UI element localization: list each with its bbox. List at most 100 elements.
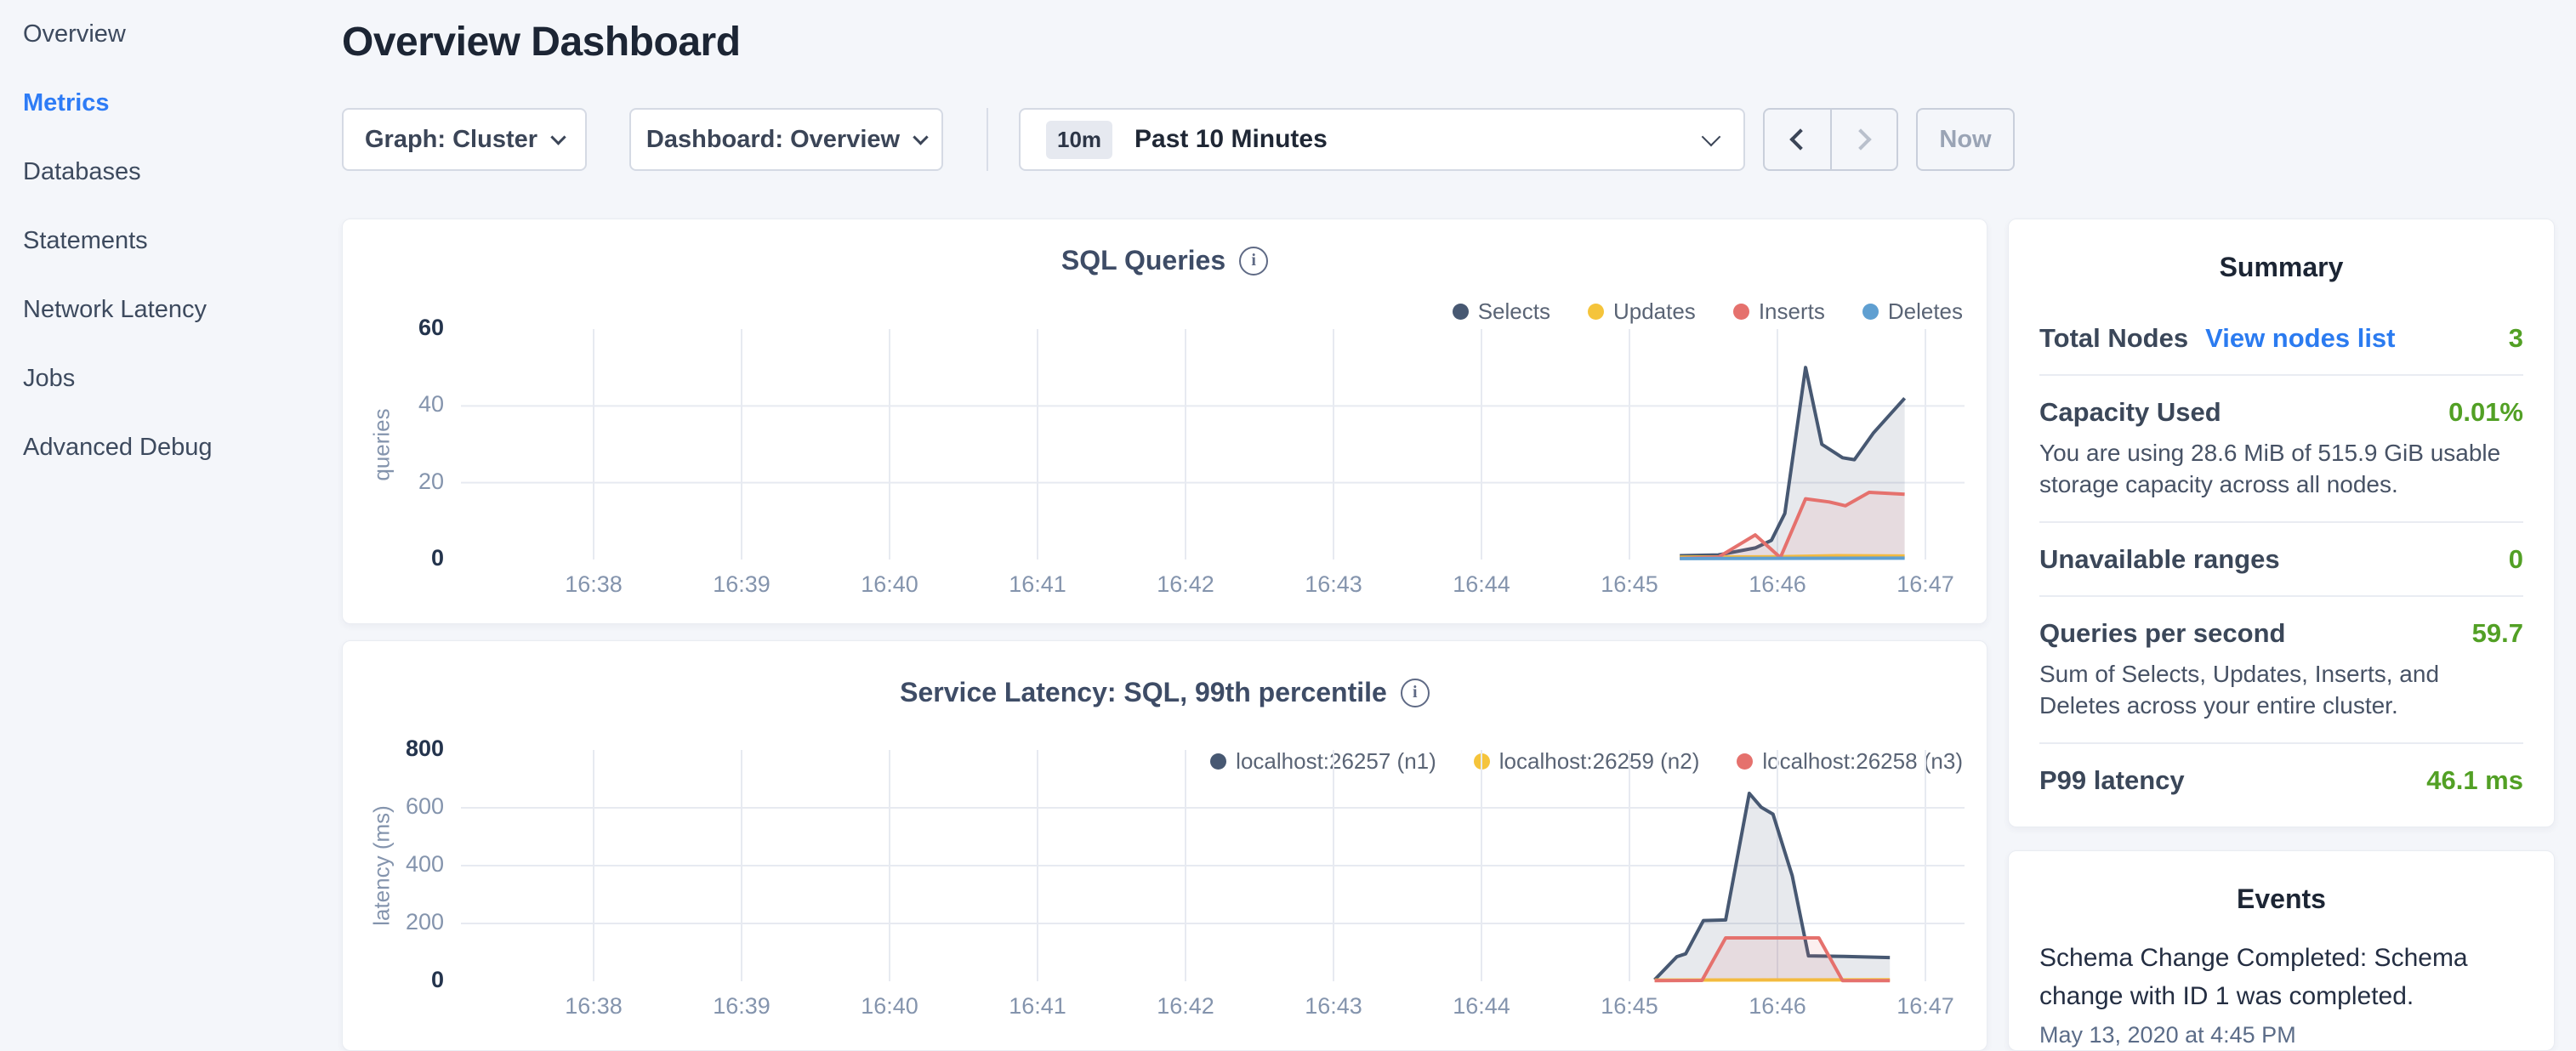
time-range-dropdown[interactable]: 10m Past 10 Minutes — [1019, 108, 1745, 171]
dashboard-dropdown-label: Dashboard: Overview — [646, 126, 900, 154]
service-latency-sql-99th-percentile-title-row: Service Latency: SQL, 99th percentile i — [343, 677, 1987, 708]
sql-queries-plot — [461, 329, 1965, 560]
service-latency-sql-99th-percentile-plot — [461, 750, 1965, 981]
dashboard-dropdown[interactable]: Dashboard: Overview — [629, 108, 943, 171]
sql-queries-legend: Selects Updates Inserts Deletes — [1415, 298, 1963, 325]
summary-row-unavailable-ranges: Unavailable ranges 0 — [2039, 521, 2523, 595]
legend-dot-icon — [1588, 304, 1604, 320]
summary-title: Summary — [2039, 252, 2523, 283]
y-tick-label: 0 — [360, 967, 444, 993]
chevron-down-icon — [1702, 128, 1721, 147]
sidebar-item-overview[interactable]: Overview — [0, 0, 333, 69]
y-tick-label: 800 — [360, 736, 444, 762]
chevron-right-icon — [1850, 128, 1871, 150]
chevron-down-icon — [913, 129, 928, 145]
events-list: Schema Change Completed: Schema change w… — [2039, 939, 2523, 1048]
summary-panel: Summary Total Nodes View nodes list 3 Capac… — [2008, 219, 2555, 827]
chevron-left-icon — [1790, 128, 1811, 150]
event-timestamp: May 13, 2020 at 4:45 PM — [2039, 1022, 2523, 1048]
time-pager — [1763, 108, 1898, 171]
events-panel: Events Schema Change Completed: Schema c… — [2008, 850, 2555, 1051]
graph-dropdown[interactable]: Graph: Cluster — [342, 108, 587, 171]
sidebar-item-jobs[interactable]: Jobs — [0, 344, 333, 413]
x-tick-label: 16:46 — [1718, 993, 1837, 1020]
summary-row-value: 46.1 ms — [2426, 765, 2523, 796]
sql-queries-title: SQL Queries — [1061, 245, 1225, 276]
x-tick-label: 16:45 — [1570, 571, 1689, 598]
toolbar-divider — [987, 108, 988, 171]
y-tick-label: 0 — [360, 545, 444, 571]
db-console-page: OverviewMetricsDatabasesStatementsNetwor… — [0, 0, 2576, 1051]
sidebar-item-metrics[interactable]: Metrics — [0, 69, 333, 138]
service-latency-sql-99th-percentile-title: Service Latency: SQL, 99th percentile — [900, 677, 1387, 708]
x-tick-label: 16:40 — [830, 993, 949, 1020]
y-axis-label: latency (ms) — [369, 805, 395, 926]
sidebar-item-statements[interactable]: Statements — [0, 207, 333, 276]
sidebar-nav: OverviewMetricsDatabasesStatementsNetwor… — [0, 0, 333, 1051]
sql-queries-title-row: SQL Queries i — [343, 245, 1987, 276]
legend-label: Inserts — [1759, 298, 1825, 325]
graph-dropdown-label: Graph: Cluster — [365, 126, 537, 154]
sql-queries-chart-card: SQL Queries i Selects Updates Inserts Deletes… — [342, 219, 1987, 624]
x-tick-label: 16:38 — [534, 571, 653, 598]
summary-row-label: Total Nodes — [2039, 323, 2188, 354]
legend-item-inserts[interactable]: Inserts — [1733, 298, 1825, 325]
x-tick-label: 16:44 — [1422, 993, 1541, 1020]
summary-row-description: Sum of Selects, Updates, Inserts, and De… — [2039, 659, 2523, 722]
x-tick-label: 16:46 — [1718, 571, 1837, 598]
view-nodes-list-link[interactable]: View nodes list — [2205, 323, 2395, 354]
time-range-badge: 10m — [1046, 121, 1112, 159]
x-tick-label: 16:42 — [1126, 571, 1245, 598]
x-tick-label: 16:39 — [682, 571, 801, 598]
time-range-label: Past 10 Minutes — [1134, 125, 1328, 154]
x-tick-label: 16:41 — [978, 571, 1097, 598]
x-tick-label: 16:43 — [1274, 993, 1393, 1020]
summary-row-label: Queries per second — [2039, 618, 2285, 649]
summary-row-capacity-used: Capacity Used 0.01% You are using 28.6 MiB… — [2039, 374, 2523, 521]
time-next-button[interactable] — [1830, 110, 1897, 169]
legend-item-selects[interactable]: Selects — [1453, 298, 1550, 325]
legend-dot-icon — [1733, 304, 1749, 320]
info-icon[interactable]: i — [1401, 679, 1430, 707]
summary-row-total-nodes: Total Nodes View nodes list 3 — [2039, 302, 2523, 374]
events-title: Events — [2039, 883, 2523, 915]
summary-row-description: You are using 28.6 MiB of 515.9 GiB usab… — [2039, 438, 2523, 501]
service-latency-chart-card: Service Latency: SQL, 99th percentileilo… — [342, 640, 1987, 1051]
x-tick-label: 16:39 — [682, 993, 801, 1020]
legend-label: Updates — [1613, 298, 1696, 325]
summary-row-label: Unavailable ranges — [2039, 544, 2280, 575]
x-tick-label: 16:45 — [1570, 993, 1689, 1020]
y-tick-label: 60 — [360, 315, 444, 341]
now-button[interactable]: Now — [1916, 108, 2015, 171]
sidebar-item-advanced-debug[interactable]: Advanced Debug — [0, 413, 333, 482]
legend-item-deletes[interactable]: Deletes — [1862, 298, 1963, 325]
chevron-down-icon — [550, 129, 566, 145]
legend-label: Selects — [1478, 298, 1550, 325]
x-tick-label: 16:43 — [1274, 571, 1393, 598]
info-icon[interactable]: i — [1239, 247, 1268, 276]
sidebar-item-databases[interactable]: Databases — [0, 138, 333, 207]
summary-row-queries-per-second: Queries per second59.7Sum of Selects, Up… — [2039, 595, 2523, 742]
x-tick-label: 16:44 — [1422, 571, 1541, 598]
legend-dot-icon — [1453, 304, 1469, 320]
event-text: Schema Change Completed: Schema change w… — [2039, 939, 2523, 1015]
x-tick-label: 16:42 — [1126, 993, 1245, 1020]
summary-row-value: 0 — [2509, 544, 2523, 575]
legend-label: Deletes — [1888, 298, 1963, 325]
x-tick-label: 16:47 — [1866, 571, 1985, 598]
x-tick-label: 16:40 — [830, 571, 949, 598]
y-axis-label: queries — [369, 408, 395, 480]
summary-row-p99-latency: P99 latency46.1 ms — [2039, 742, 2523, 816]
x-tick-label: 16:41 — [978, 993, 1097, 1020]
x-tick-label: 16:47 — [1866, 993, 1985, 1020]
summary-row-value: 0.01% — [2448, 397, 2523, 428]
sidebar-item-network-latency[interactable]: Network Latency — [0, 276, 333, 344]
event-item[interactable]: Schema Change Completed: Schema change w… — [2039, 939, 2523, 1048]
legend-dot-icon — [1862, 304, 1879, 320]
legend-item-updates[interactable]: Updates — [1588, 298, 1696, 325]
page-title: Overview Dashboard — [342, 19, 741, 65]
series-line-deletes — [1680, 558, 1904, 559]
summary-row-label: Capacity Used — [2039, 397, 2221, 428]
time-prev-button[interactable] — [1765, 110, 1830, 169]
summary-row-value: 3 — [2509, 323, 2523, 354]
